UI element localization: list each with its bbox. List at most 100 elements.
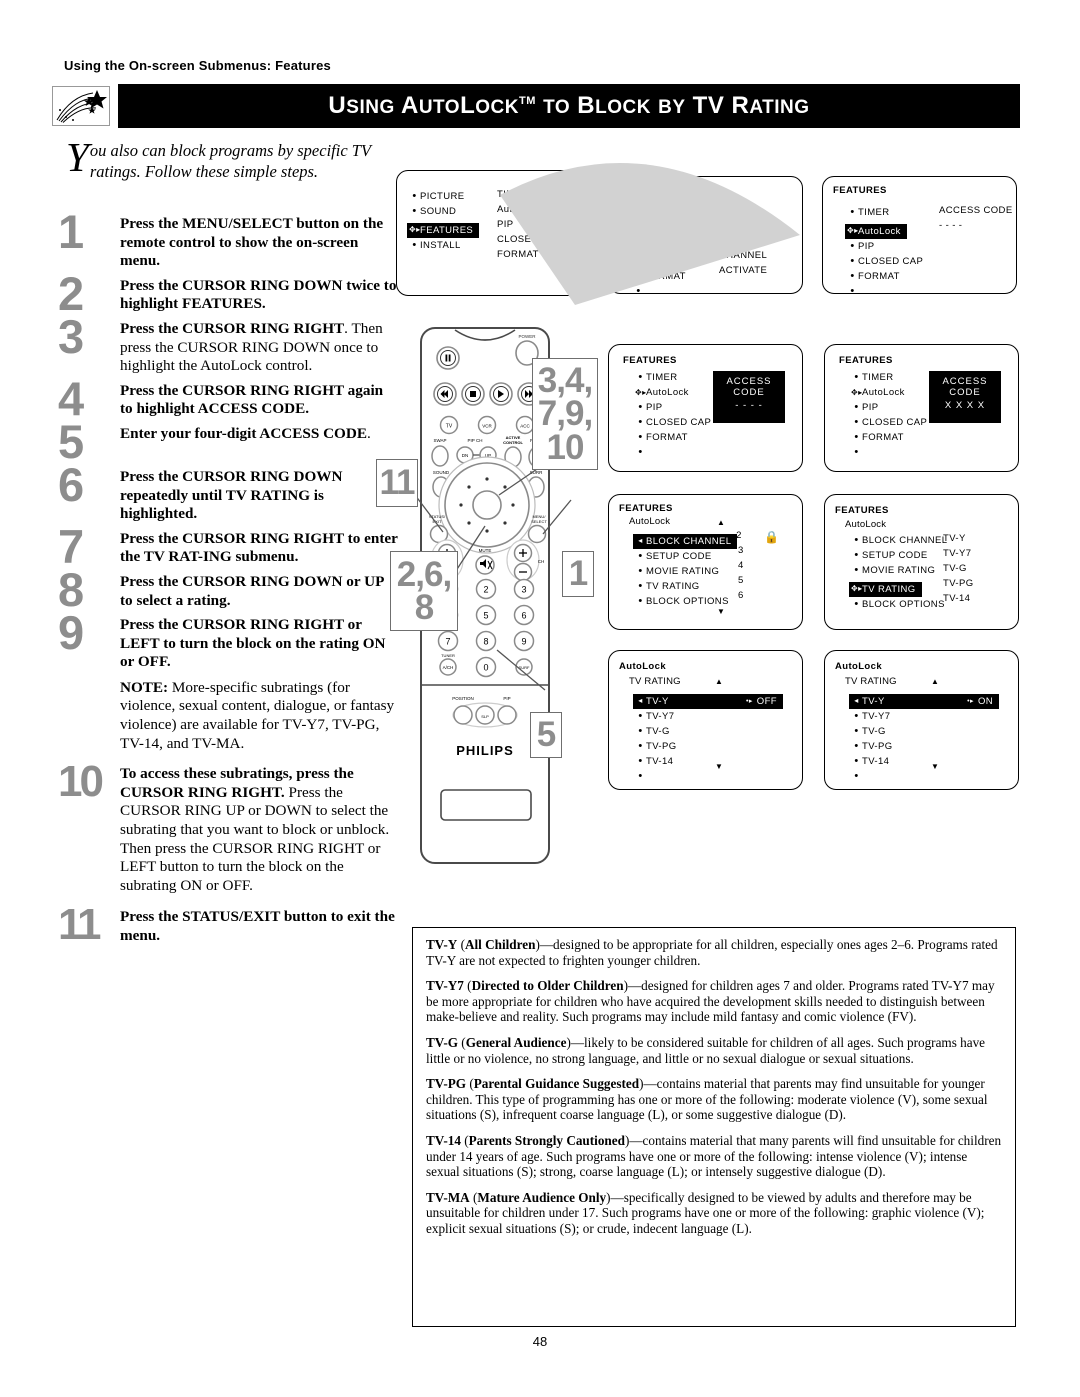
svg-text:CH: CH (538, 559, 545, 564)
menu-item-label: TV-PG (862, 740, 893, 752)
step-text: To access these subratings, press the CU… (120, 765, 390, 894)
definition-tv-y: TV-Y (All Children)—designed to be appro… (426, 937, 998, 968)
intro-text: ou also can block programs by specific T… (89, 141, 371, 181)
menu-item[interactable]: • BLOCK CHANNEL (849, 533, 947, 548)
svg-text:PIP: PIP (503, 696, 510, 701)
scroll-down-arrow-icon[interactable]: ▼ (715, 763, 723, 771)
menu-item-selected[interactable]: ✥▸ AutoLock (845, 223, 907, 239)
menu-item[interactable]: • TV RATING (633, 579, 737, 594)
page-number: 48 (532, 1334, 548, 1349)
bullet-icon: • (638, 431, 643, 443)
intro-paragraph: You also can block programs by specific … (66, 134, 386, 182)
menu-item[interactable]: • (849, 445, 927, 460)
menu-item[interactable]: • MOVIE RATING (849, 563, 947, 578)
cursor-ring-icon: ✥▸ (851, 584, 863, 593)
step-number: 1 (58, 205, 84, 258)
rating-toggle-value[interactable]: OFF (757, 696, 777, 707)
menu-item[interactable]: • TV-Y7 (633, 709, 783, 724)
menu-item-selected[interactable]: ✥▸ TV RATING (849, 581, 922, 597)
menu-item[interactable]: •FORMAT (633, 430, 711, 445)
bullet-icon: • (638, 754, 643, 767)
menu-item[interactable]: • TIMER (849, 370, 927, 385)
menu-item[interactable]: • TV-Y7 (849, 709, 999, 724)
menu-item[interactable]: • (845, 284, 923, 293)
menu-item-selected[interactable]: ◂ BLOCK CHANNEL (633, 533, 738, 549)
scroll-down-arrow-icon[interactable]: ▼ (931, 763, 939, 771)
menu-item[interactable]: • SETUP CODE (849, 548, 947, 563)
definition-tv-g: TV-G (General Audience)—likely to be con… (426, 1034, 986, 1066)
menu-item[interactable]: •PIP (845, 239, 923, 254)
bullet-icon: • (638, 564, 643, 577)
menu-item[interactable]: • TV-G (849, 724, 999, 739)
bullet-icon: • (638, 446, 643, 458)
menu-item[interactable]: • TV-14 (849, 754, 999, 769)
menu-item-label: FORMAT (858, 270, 900, 282)
bullet-icon: • (854, 709, 859, 722)
bullet-icon: • (854, 564, 859, 576)
menu-value: ACCESS CODE (939, 205, 1013, 216)
menu-item[interactable]: • (633, 445, 711, 460)
step-text: Press the CURSOR RING DOWN twice to high… (120, 276, 397, 313)
screen-autolock-block-channel: FEATURES AutoLock ▲ ◂ BLOCK CHANNEL • SETU… (608, 494, 803, 630)
svg-text:SLP: SLP (481, 714, 489, 719)
menu-item[interactable]: • TIMER (845, 205, 923, 220)
menu-item[interactable]: •CLOSED CAP (849, 415, 927, 430)
menu-item[interactable]: • BLOCK OPTIONS (849, 597, 947, 612)
menu-value-selected[interactable]: •▸ 2 (727, 530, 744, 545)
screen-autolock-tv-rating: FEATURES AutoLock • BLOCK CHANNEL • SETUP … (824, 494, 1019, 630)
menu-item[interactable]: •PIP (849, 400, 927, 415)
scroll-up-arrow-icon[interactable]: ▲ (717, 519, 725, 527)
menu-item-label: CLOSED CAP (858, 255, 924, 267)
menu-item-selected[interactable]: ◂ TV-Y •▸ OFF (633, 693, 783, 709)
menu-value: TV-G (943, 563, 967, 574)
menu-item-label: TV-14 (862, 755, 890, 767)
menu-item[interactable]: ✥▸ AutoLock (849, 385, 927, 400)
svg-text:SELECT: SELECT (531, 519, 547, 524)
menu-item-label: FORMAT (646, 432, 688, 443)
chapter-icon (52, 86, 110, 126)
step-10: 10 To access these subratings, press the… (58, 760, 398, 895)
svg-text:SWAP: SWAP (433, 438, 446, 443)
menu-item[interactable]: • TV-14 (633, 754, 783, 769)
rating-toggle-value[interactable]: ON (978, 696, 993, 707)
menu-item[interactable]: • (633, 769, 783, 784)
cursor-lr-icon: •▸ (727, 533, 737, 540)
cursor-ring-icon: ✥▸ (847, 226, 859, 235)
menu-item-label: BLOCK OPTIONS (646, 595, 729, 607)
menu-value: TV-14 (943, 593, 971, 604)
menu-item-label: TV-G (862, 725, 886, 737)
svg-text:0: 0 (483, 663, 488, 673)
menu-item[interactable]: •FORMAT (849, 430, 927, 445)
step-number: 11 (58, 900, 102, 950)
scroll-down-arrow-icon[interactable]: ▼ (717, 608, 725, 616)
menu-item[interactable]: • TV-PG (849, 739, 999, 754)
step-text: Press the CURSOR RING RIGHT. Then press … (120, 319, 383, 375)
step-number: 7 (58, 519, 84, 573)
callout-3-4-7-9-10: 3,4, 7,9, 10 (532, 358, 598, 470)
access-code-label: ACCESS CODE (942, 376, 988, 398)
step-number: 6 (58, 457, 84, 511)
svg-text:2: 2 (483, 585, 488, 595)
menu-item[interactable]: •CLOSED CAP (845, 254, 923, 269)
scroll-up-arrow-icon[interactable]: ▲ (715, 678, 723, 686)
menu-item-label: TV-PG (646, 740, 677, 752)
menu-item[interactable]: • TV-G (633, 724, 783, 739)
screen-title: FEATURES (835, 505, 889, 516)
menu-item[interactable]: • TV-PG (633, 739, 783, 754)
menu-item[interactable]: • SETUP CODE (633, 549, 737, 564)
bullet-icon: • (850, 254, 855, 267)
left-arrow-icon: ◂ (638, 696, 643, 705)
access-code-value[interactable]: X X X X (929, 400, 1001, 411)
step-note: NOTE: More-specific subratings (for viol… (120, 678, 395, 752)
callout-1: 1 (562, 551, 594, 597)
step-2: 2 Press the CURSOR RING DOWN twice to hi… (58, 270, 398, 317)
menu-item[interactable]: •FORMAT (845, 269, 923, 284)
scroll-up-arrow-icon[interactable]: ▲ (931, 678, 939, 686)
menu-item[interactable]: • (849, 769, 999, 784)
menu-item[interactable]: • MOVIE RATING (633, 564, 737, 579)
bullet-icon: • (854, 416, 859, 428)
menu-item-selected[interactable]: ◂ TV-Y •▸ ON (849, 693, 999, 709)
menu-item-label: TV-Y7 (646, 710, 675, 722)
intro-dropcap: Y (66, 134, 89, 180)
menu-item-label: FORMAT (862, 432, 904, 443)
